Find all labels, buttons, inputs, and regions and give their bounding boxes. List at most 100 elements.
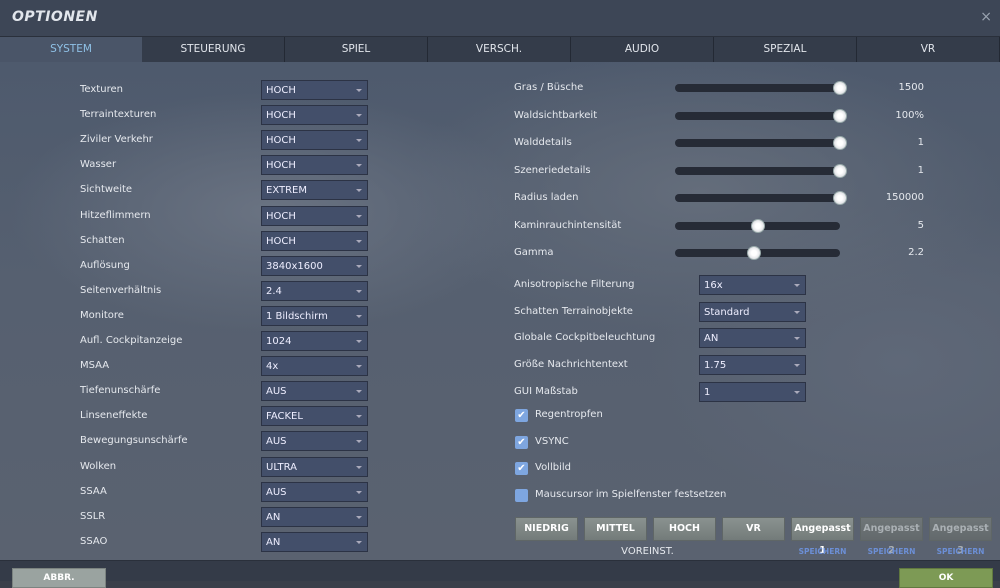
dropdown[interactable]: AN xyxy=(261,531,368,552)
setting-row: MSAA 4x xyxy=(80,356,370,377)
dropdown[interactable]: 1.75 xyxy=(699,355,806,376)
dropdown[interactable]: 1 xyxy=(699,381,806,402)
title-bar: OPTIONEN × xyxy=(0,0,1000,37)
checkbox[interactable] xyxy=(515,488,528,502)
slider-thumb[interactable] xyxy=(747,246,762,260)
slider-thumb[interactable] xyxy=(833,136,847,150)
ok-button[interactable]: OK xyxy=(899,568,993,588)
dropdown[interactable]: 16x xyxy=(699,275,806,295)
tab-system[interactable]: SYSTEM xyxy=(0,37,142,62)
dropdown-value: 16x xyxy=(704,280,723,291)
dropdown-value: Standard xyxy=(704,306,750,318)
slider-row: Waldsichtbarkeit 100% xyxy=(514,106,926,126)
dropdown[interactable]: AUS xyxy=(261,481,368,502)
setting-label: Terraintexturen xyxy=(80,109,157,121)
footer xyxy=(0,560,1000,581)
preset-button[interactable]: Angepasst 1 xyxy=(791,517,854,556)
slider-track[interactable] xyxy=(675,136,847,150)
dropdown[interactable]: 4x xyxy=(261,356,368,377)
setting-row: Tiefenunschärfe AUS xyxy=(80,381,370,402)
slider-track[interactable] xyxy=(675,108,847,123)
preset-button[interactable]: Angepasst 2 xyxy=(860,517,923,556)
preset-button[interactable]: VR xyxy=(722,517,785,541)
dropdown[interactable]: AN xyxy=(699,328,806,349)
tab-vr[interactable]: VR xyxy=(857,37,1000,62)
dropdown[interactable]: 3840x1600 xyxy=(261,255,368,276)
slider-thumb[interactable] xyxy=(833,108,847,123)
preset-button[interactable]: NIEDRIG xyxy=(515,517,578,541)
slider-track[interactable] xyxy=(675,246,840,260)
slider-value: 1 xyxy=(917,137,924,148)
slider-thumb[interactable] xyxy=(750,218,765,233)
setting-label: SSLR xyxy=(80,510,106,522)
save-preset-link[interactable]: SPEICHERN xyxy=(791,547,854,556)
chevron-down-icon xyxy=(356,189,362,193)
dropdown[interactable]: EXTREM xyxy=(261,180,368,201)
preset-button[interactable]: Angepasst 3 xyxy=(929,517,992,556)
setting-row: Globale Cockpitbeleuchtung AN xyxy=(514,328,814,349)
slider-track[interactable] xyxy=(675,218,840,233)
slider-track[interactable] xyxy=(675,81,847,95)
tab-versch[interactable]: VERSCH. xyxy=(428,37,571,62)
dropdown[interactable]: AUS xyxy=(261,431,368,452)
slider-label: Walddetails xyxy=(514,137,572,148)
tab-audio[interactable]: AUDIO xyxy=(571,37,714,62)
setting-row: Wolken ULTRA xyxy=(80,456,370,477)
cancel-button[interactable]: ABBR. xyxy=(12,568,106,588)
tab-spiel[interactable]: SPIEL xyxy=(285,37,428,62)
dropdown[interactable]: ULTRA xyxy=(261,456,368,477)
dropdown[interactable]: 2.4 xyxy=(261,280,368,301)
dropdown[interactable]: Standard xyxy=(699,301,806,322)
dropdown-value: FACKEL xyxy=(266,411,303,423)
tab-steuerung[interactable]: STEUERUNG xyxy=(142,37,285,62)
dropdown[interactable]: HOCH xyxy=(261,105,368,126)
save-preset-link[interactable]: SPEICHERN xyxy=(929,547,992,556)
setting-row: Wasser HOCH xyxy=(80,155,370,176)
slider-thumb[interactable] xyxy=(833,163,847,178)
window-title: OPTIONEN xyxy=(12,9,98,25)
dropdown[interactable]: HOCH xyxy=(261,205,368,226)
dropdown[interactable]: AUS xyxy=(261,381,368,402)
slider-label: Gamma xyxy=(514,247,554,258)
checkbox-label: Regentropfen xyxy=(535,409,603,420)
setting-row: Hitzeflimmern HOCH xyxy=(80,205,370,226)
slider-row: Szeneriedetails 1 xyxy=(514,161,926,181)
setting-row: GUI Maßstab 1 xyxy=(514,381,814,402)
dropdown[interactable]: FACKEL xyxy=(261,406,368,427)
setting-label: Monitore xyxy=(80,309,124,321)
dropdown[interactable]: HOCH xyxy=(261,80,368,100)
slider-label: Waldsichtbarkeit xyxy=(514,109,598,121)
setting-row: Monitore 1 Bildschirm xyxy=(80,305,370,326)
preset-button[interactable]: MITTEL xyxy=(584,517,647,541)
dropdown[interactable]: 1 Bildschirm xyxy=(261,305,368,326)
checkbox[interactable]: ✔ xyxy=(515,409,528,422)
chevron-down-icon xyxy=(356,365,362,369)
dropdown-value: HOCH xyxy=(266,235,296,247)
dropdown[interactable]: HOCH xyxy=(261,155,368,176)
chevron-down-icon xyxy=(356,139,362,143)
close-icon[interactable]: × xyxy=(980,9,992,25)
setting-row: Texturen HOCH xyxy=(80,80,370,100)
setting-row: Seitenverhältnis 2.4 xyxy=(80,280,370,301)
checkbox[interactable]: ✔ xyxy=(515,462,528,475)
setting-row: Anisotropische Filterung 16x xyxy=(514,275,814,295)
setting-label: Aufl. Cockpitanzeige xyxy=(80,335,183,346)
setting-label: Globale Cockpitbeleuchtung xyxy=(514,332,656,344)
dropdown[interactable]: HOCH xyxy=(261,230,368,251)
setting-label: GUI Maßstab xyxy=(514,385,578,397)
chevron-down-icon xyxy=(356,490,362,494)
setting-label: Ziviler Verkehr xyxy=(80,134,153,146)
tab-spezial[interactable]: SPEZIAL xyxy=(714,37,857,62)
dropdown-value: 1.75 xyxy=(704,360,727,372)
preset-button[interactable]: HOCH xyxy=(653,517,716,541)
checkbox[interactable]: ✔ xyxy=(515,435,528,449)
slider-thumb[interactable] xyxy=(833,81,847,95)
save-preset-link[interactable]: SPEICHERN xyxy=(860,547,923,556)
chevron-down-icon xyxy=(356,540,362,544)
dropdown[interactable]: HOCH xyxy=(261,130,368,151)
dropdown[interactable]: 1024 xyxy=(261,331,368,351)
slider-track[interactable] xyxy=(675,163,847,178)
slider-track[interactable] xyxy=(675,191,847,205)
dropdown[interactable]: AN xyxy=(261,506,368,527)
slider-thumb[interactable] xyxy=(833,191,847,205)
